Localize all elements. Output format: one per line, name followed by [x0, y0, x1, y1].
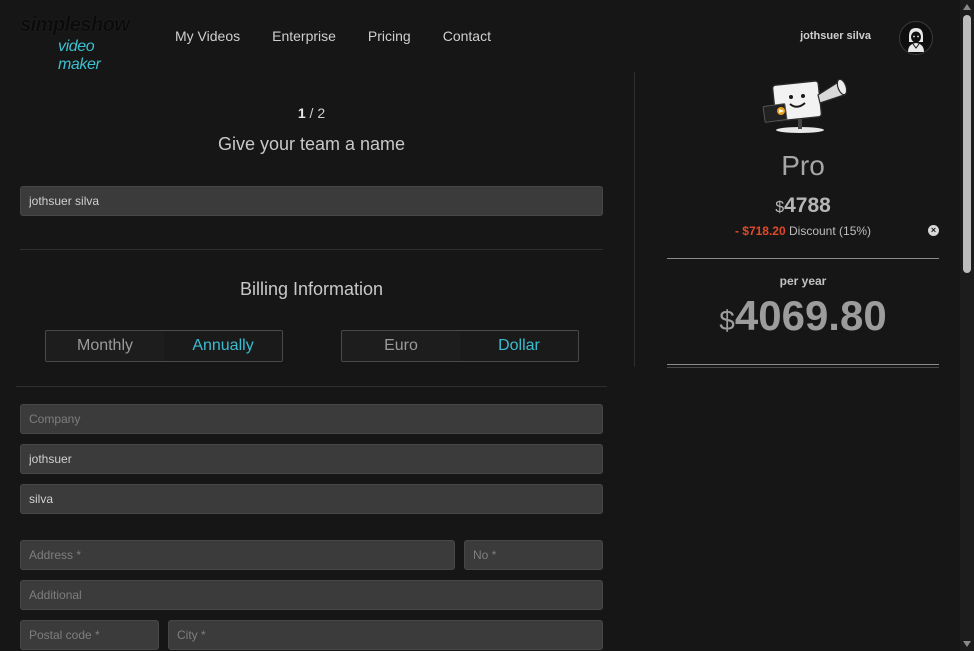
summary-divider	[667, 364, 939, 365]
column-divider	[634, 72, 635, 367]
nav-contact[interactable]: Contact	[443, 28, 491, 44]
last-name-input[interactable]	[20, 484, 603, 514]
discount-line: - $718.20 Discount (15%)	[667, 224, 939, 238]
billing-heading: Billing Information	[239, 279, 384, 299]
scroll-up-icon[interactable]	[963, 4, 971, 10]
logo-wordmark: simpleshow	[20, 14, 130, 36]
nav-pricing[interactable]: Pricing	[368, 28, 411, 44]
remove-discount-icon[interactable]: ×	[928, 225, 939, 236]
billing-period-toggle: Monthly Annually	[45, 330, 283, 362]
main-nav: My Videos Enterprise Pricing Contact	[175, 28, 491, 44]
discount-amount: $718.20	[742, 224, 786, 238]
step-current: 1	[297, 105, 306, 121]
section-divider	[20, 249, 603, 250]
user-avatar-icon	[901, 23, 931, 53]
page-scrollbar[interactable]	[960, 0, 974, 651]
section-divider	[16, 386, 607, 387]
step-indicator: 1 / 2	[20, 105, 603, 121]
first-name-input[interactable]	[20, 444, 603, 474]
team-heading: Give your team a name	[217, 134, 406, 154]
total-currency-symbol: $	[719, 305, 735, 336]
pro-plan-mascot-icon	[760, 73, 850, 135]
list-price-value: 4788	[784, 194, 831, 217]
currency-euro[interactable]: Euro	[342, 331, 460, 361]
address-input[interactable]	[20, 540, 455, 570]
city-input[interactable]	[168, 620, 603, 650]
currency-symbol: $	[775, 199, 785, 216]
list-price: $4788	[667, 194, 939, 218]
scroll-thumb[interactable]	[963, 15, 971, 273]
logo-tagline: video maker	[58, 38, 101, 73]
team-name-input[interactable]	[20, 186, 603, 216]
discount-label: Discount (15%)	[785, 224, 872, 238]
simpleshow-logo[interactable]: simpleshow video maker	[20, 14, 140, 73]
nav-my-videos[interactable]: My Videos	[175, 28, 240, 44]
step-total: / 2	[305, 105, 326, 121]
scroll-down-icon[interactable]	[963, 641, 971, 647]
total-price-value: 4069.80	[734, 292, 887, 339]
period-annually[interactable]: Annually	[164, 331, 282, 361]
currency-dollar[interactable]: Dollar	[460, 331, 578, 361]
plan-name: Pro	[781, 150, 825, 181]
company-input[interactable]	[20, 404, 603, 434]
total-price: $4069.80	[667, 292, 939, 340]
postal-code-input[interactable]	[20, 620, 159, 650]
currency-toggle: Euro Dollar	[341, 330, 579, 362]
summary-divider	[667, 258, 939, 259]
house-number-input[interactable]	[464, 540, 603, 570]
billing-period-label: per year	[779, 274, 827, 288]
summary-divider	[667, 367, 939, 368]
top-header: simpleshow video maker My Videos Enterpr…	[0, 0, 960, 73]
avatar[interactable]	[899, 21, 933, 55]
user-name[interactable]: jothsuer silva	[800, 30, 871, 42]
period-monthly[interactable]: Monthly	[46, 331, 164, 361]
nav-enterprise[interactable]: Enterprise	[272, 28, 336, 44]
additional-address-input[interactable]	[20, 580, 603, 610]
